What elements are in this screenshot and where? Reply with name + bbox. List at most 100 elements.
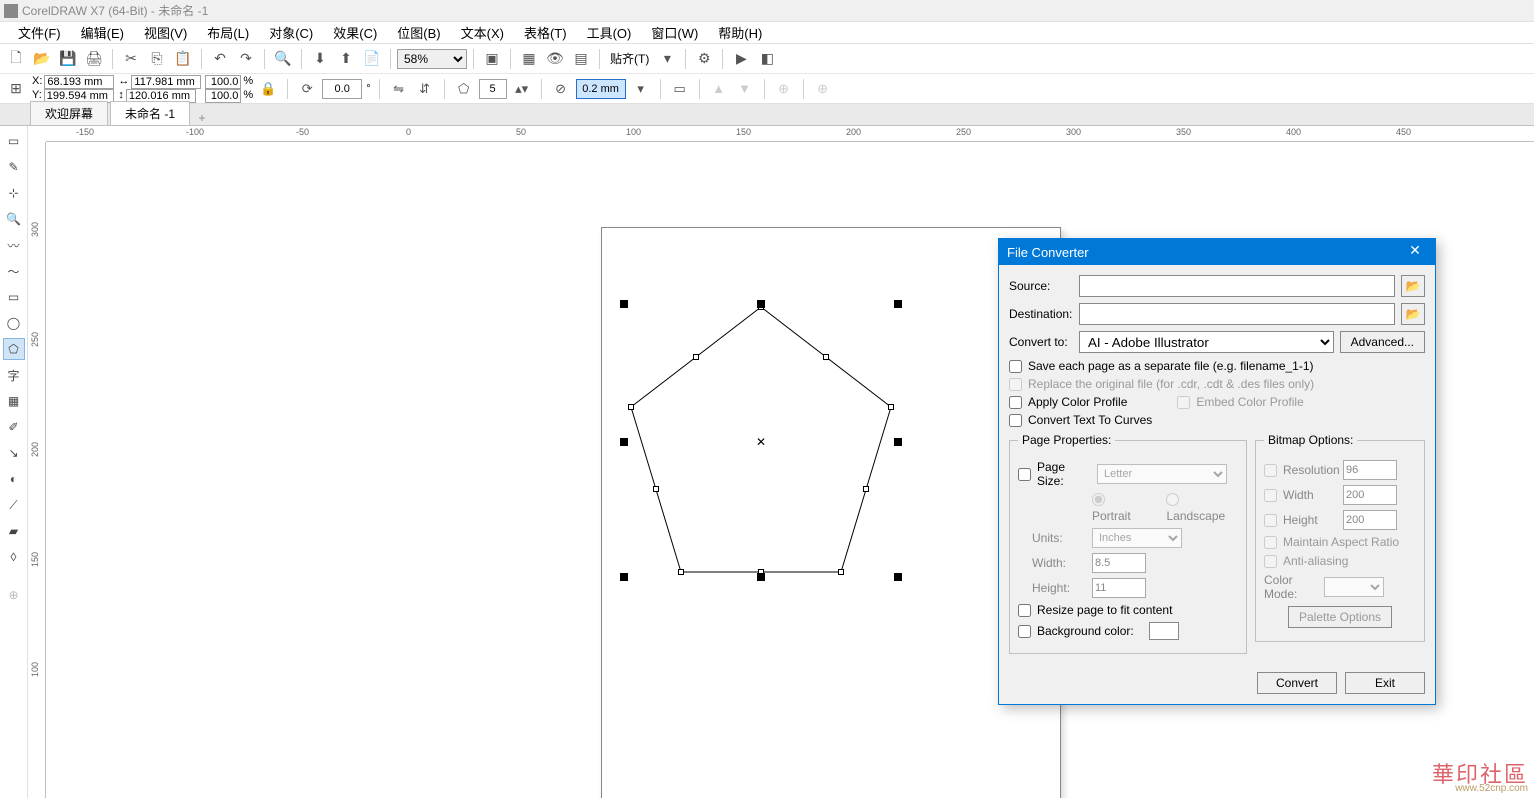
menu-help[interactable]: 帮助(H) <box>708 21 772 44</box>
selection-handle[interactable] <box>894 438 902 446</box>
tab-add-button[interactable]: + <box>192 111 212 125</box>
outline-dropdown-icon[interactable]: ▾ <box>630 78 652 100</box>
menu-file[interactable]: 文件(F) <box>8 21 71 44</box>
eyedropper-tool-icon[interactable]: ⟋ <box>3 494 25 516</box>
menu-edit[interactable]: 编辑(E) <box>71 21 134 44</box>
export-icon[interactable]: ⬆ <box>334 47 358 71</box>
snap-dropdown-icon[interactable]: ▾ <box>655 47 679 71</box>
options-icon[interactable]: ⚙ <box>692 47 716 71</box>
node[interactable] <box>678 569 684 575</box>
destination-input[interactable] <box>1079 303 1395 325</box>
mirror-h-icon[interactable]: ⇋ <box>388 78 410 100</box>
menu-bitmap[interactable]: 位图(B) <box>387 21 450 44</box>
freehand-tool-icon[interactable]: 〰 <box>3 234 25 256</box>
menu-layout[interactable]: 布局(L) <box>197 21 259 44</box>
selection-handle[interactable] <box>757 573 765 581</box>
grid-icon[interactable]: ▤ <box>569 47 593 71</box>
menu-text[interactable]: 文本(X) <box>451 21 514 44</box>
table-tool-icon[interactable]: ▦ <box>3 390 25 412</box>
exit-button[interactable]: Exit <box>1345 672 1425 694</box>
publish-icon[interactable]: 📄 <box>360 47 384 71</box>
front-icon[interactable]: ▲ <box>708 78 730 100</box>
app-icon[interactable]: ◧ <box>755 47 779 71</box>
spinner-icon[interactable]: ▴▾ <box>511 78 533 100</box>
node[interactable] <box>628 404 634 410</box>
connector-tool-icon[interactable]: ↘ <box>3 442 25 464</box>
pick-tool-icon[interactable]: ▭ <box>3 130 25 152</box>
quick-custom-icon[interactable]: ⊕ <box>812 78 834 100</box>
menu-object[interactable]: 对象(C) <box>259 21 323 44</box>
rectangle-tool-icon[interactable]: ▭ <box>3 286 25 308</box>
close-icon[interactable]: ✕ <box>1403 242 1427 262</box>
print-icon[interactable]: 🖨 <box>82 47 106 71</box>
ellipse-tool-icon[interactable]: ◯ <box>3 312 25 334</box>
save-each-checkbox[interactable] <box>1009 360 1022 373</box>
browse-destination-icon[interactable]: 📂 <box>1401 303 1425 325</box>
convert-button[interactable]: Convert <box>1257 672 1337 694</box>
polygon-tool-icon[interactable]: ⬠ <box>3 338 25 360</box>
copy-icon[interactable]: ⎘ <box>145 47 169 71</box>
zoom-select[interactable]: 58% <box>397 49 467 69</box>
back-icon[interactable]: ▼ <box>734 78 756 100</box>
scale-y-input[interactable] <box>205 89 241 103</box>
node[interactable] <box>838 569 844 575</box>
artistic-tool-icon[interactable]: 〜 <box>3 260 25 282</box>
save-icon[interactable]: 💾 <box>56 47 80 71</box>
outline-input[interactable] <box>576 79 626 99</box>
apply-profile-checkbox[interactable] <box>1009 396 1022 409</box>
page-size-checkbox[interactable] <box>1018 468 1031 481</box>
node[interactable] <box>653 486 659 492</box>
open-icon[interactable]: 📂 <box>30 47 54 71</box>
convert-icon[interactable]: ⊕ <box>773 78 795 100</box>
bg-checkbox[interactable] <box>1018 625 1031 638</box>
undo-icon[interactable]: ↶ <box>208 47 232 71</box>
bg-swatch[interactable] <box>1149 622 1179 640</box>
dialog-titlebar[interactable]: File Converter ✕ <box>999 239 1435 265</box>
import-icon[interactable]: ⬇ <box>308 47 332 71</box>
crop-tool-icon[interactable]: ⊹ <box>3 182 25 204</box>
selection-handle[interactable] <box>757 300 765 308</box>
dimension-tool-icon[interactable]: ✐ <box>3 416 25 438</box>
convert-to-select[interactable]: AI - Adobe Illustrator <box>1079 331 1334 353</box>
fill-tool-icon[interactable]: ▰ <box>3 520 25 542</box>
outline-tool-icon[interactable]: ◊ <box>3 546 25 568</box>
resize-checkbox[interactable] <box>1018 604 1031 617</box>
menu-view[interactable]: 视图(V) <box>134 21 197 44</box>
selection-handle[interactable] <box>894 573 902 581</box>
mirror-v-icon[interactable]: ⇵ <box>414 78 436 100</box>
lock-icon[interactable]: 🔒 <box>257 78 279 100</box>
new-icon[interactable]: 🗋 <box>4 47 28 71</box>
rotate-input[interactable] <box>322 79 362 99</box>
source-input[interactable] <box>1079 275 1395 297</box>
launch-icon[interactable]: ▶ <box>729 47 753 71</box>
menu-tools[interactable]: 工具(O) <box>577 21 642 44</box>
node[interactable] <box>693 354 699 360</box>
node[interactable] <box>888 404 894 410</box>
scale-x-input[interactable] <box>205 75 241 89</box>
tab-untitled[interactable]: 未命名 -1 <box>110 101 190 125</box>
node[interactable] <box>863 486 869 492</box>
shape-tool-icon[interactable]: ✎ <box>3 156 25 178</box>
selection-handle[interactable] <box>620 573 628 581</box>
snap-label[interactable]: 贴齐(T) <box>606 50 653 67</box>
cut-icon[interactable]: ✂ <box>119 47 143 71</box>
rulers-icon[interactable]: ▦ <box>517 47 541 71</box>
effects-tool-icon[interactable]: ◐ <box>3 468 25 490</box>
selection-center[interactable]: ✕ <box>756 435 766 449</box>
quick-custom-icon[interactable]: ⊕ <box>3 584 25 606</box>
search-icon[interactable]: 🔍 <box>271 47 295 71</box>
selection-handle[interactable] <box>894 300 902 308</box>
text-tool-icon[interactable]: 字 <box>3 364 25 386</box>
x-input[interactable] <box>44 75 114 89</box>
zoom-tool-icon[interactable]: 🔍 <box>3 208 25 230</box>
text-to-curves-checkbox[interactable] <box>1009 414 1022 427</box>
wrap-icon[interactable]: ▭ <box>669 78 691 100</box>
width-input[interactable] <box>131 75 201 89</box>
paste-icon[interactable]: 📋 <box>171 47 195 71</box>
fullscreen-icon[interactable]: ▣ <box>480 47 504 71</box>
menu-window[interactable]: 窗口(W) <box>641 21 708 44</box>
selection-handle[interactable] <box>620 438 628 446</box>
tab-welcome[interactable]: 欢迎屏幕 <box>30 101 108 125</box>
redo-icon[interactable]: ↷ <box>234 47 258 71</box>
selection-handle[interactable] <box>620 300 628 308</box>
